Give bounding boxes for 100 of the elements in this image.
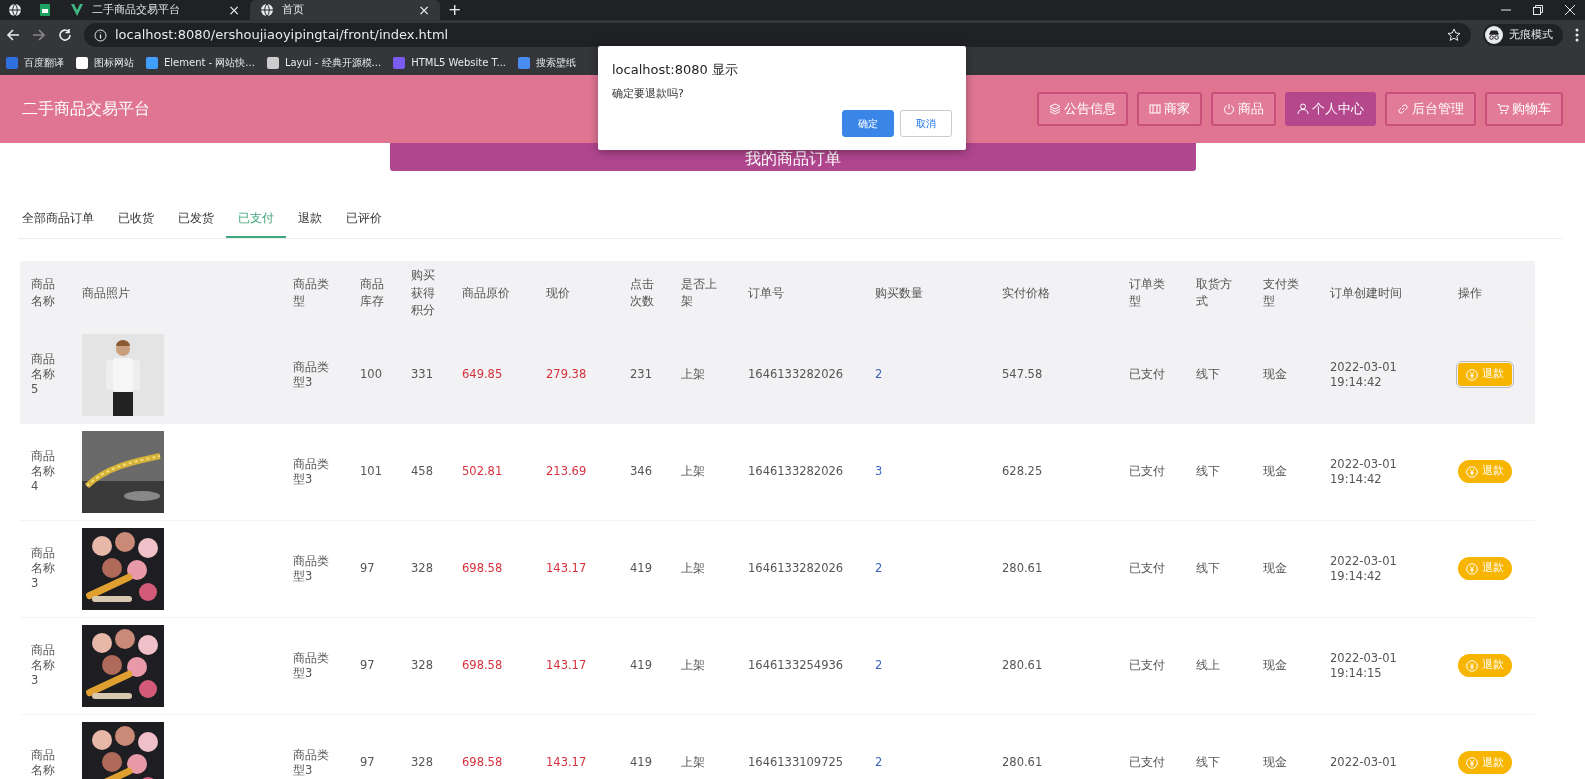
table-cell: 现金 (1263, 755, 1287, 770)
table-cell: 上架 (681, 367, 705, 382)
column-header: 支付类型 (1263, 277, 1299, 309)
table-cell: 上架 (681, 561, 705, 576)
table-cell: 328 (411, 561, 433, 576)
table-cell: 213.69 (546, 464, 587, 479)
bookmark[interactable]: 图标网站 (76, 55, 134, 70)
table-cell: 1646133254936 (748, 658, 844, 673)
bookmark[interactable]: 百度翻译 (6, 55, 64, 70)
globe-icon (260, 3, 274, 17)
forward-icon[interactable] (32, 28, 46, 42)
browser-tab[interactable]: 首页 × (250, 0, 440, 20)
table-cell: 2022-03-01 19:14:42 (1330, 359, 1397, 389)
table-cell: 419 (630, 755, 652, 770)
column-header: 取货方式 (1196, 277, 1232, 309)
column-header: 点击次数 (630, 277, 654, 309)
order-tab[interactable]: 退款 (286, 203, 334, 238)
order-tab[interactable]: 全部商品订单 (18, 203, 106, 238)
table-cell: 419 (630, 658, 652, 673)
table-cell: 商品类型3 (293, 456, 329, 486)
bookmark[interactable]: Element - 网站快... (146, 55, 255, 70)
table-cell: 97 (360, 658, 375, 673)
table-cell: 现金 (1263, 658, 1287, 673)
order-tab[interactable]: 已评价 (334, 203, 394, 238)
incognito-icon (1485, 26, 1503, 44)
order-tab[interactable]: 已收货 (106, 203, 166, 238)
table-cell: 698.58 (462, 561, 503, 576)
table-cell: 346 (630, 464, 652, 479)
close-icon[interactable]: × (228, 3, 240, 17)
yen-icon (1466, 756, 1478, 769)
table-cell: 线上 (1196, 658, 1220, 673)
table-cell: 商品类型3 (293, 553, 329, 583)
yen-icon (1466, 465, 1478, 478)
profile-chip[interactable]: 无痕模式 (1483, 24, 1563, 46)
sheet-icon (38, 3, 52, 17)
dialog-message: 确定要退款吗? (612, 85, 685, 102)
column-header: 购买数量 (875, 285, 923, 300)
back-icon[interactable] (6, 28, 20, 42)
cart-icon (1497, 103, 1509, 115)
table-cell: 2022-03-01 (1330, 755, 1397, 770)
table-cell: 2022-03-01 19:14:15 (1330, 650, 1397, 680)
table-cell: 现金 (1263, 464, 1287, 479)
table-cell: 2022-03-01 19:14:42 (1330, 456, 1397, 486)
table-cell: 已支付 (1129, 658, 1165, 673)
bookmark[interactable]: Layui - 经典开源模... (266, 55, 382, 70)
order-tab[interactable]: 已发货 (166, 203, 226, 238)
link-icon (1397, 103, 1409, 115)
nav-button[interactable]: 个人中心 (1285, 92, 1376, 126)
table-cell: 现金 (1263, 367, 1287, 382)
table-cell: 101 (360, 464, 382, 479)
yen-icon (1466, 659, 1478, 672)
restore-icon[interactable] (1533, 5, 1543, 15)
cancel-button[interactable]: 取消 (900, 110, 952, 137)
star-icon[interactable] (1447, 28, 1461, 42)
store-icon (1149, 103, 1161, 115)
column-header: 商品名称 (31, 277, 55, 309)
table-cell: 280.61 (1002, 561, 1043, 576)
bookmark[interactable]: HTML5 Website T... (393, 55, 507, 70)
table-cell: 商品类型3 (293, 359, 329, 389)
column-header: 商品照片 (82, 285, 130, 300)
table-cell: 328 (411, 658, 433, 673)
table-cell: 线下 (1196, 561, 1220, 576)
site-title: 二手商品交易平台 (22, 98, 150, 120)
bookmark[interactable]: 搜索壁纸 (518, 55, 577, 70)
table-cell: 线下 (1196, 367, 1220, 382)
table-cell: 2 (875, 367, 883, 382)
table-cell: 商品名称4 (31, 449, 55, 493)
column-header: 订单类型 (1129, 277, 1165, 309)
browser-tab[interactable]: 二手商品交易平台 × (60, 0, 250, 20)
table-cell: 商品类型3 (293, 650, 329, 680)
table-cell: 线下 (1196, 755, 1220, 770)
table-cell: 上架 (681, 755, 705, 770)
table-cell: 商品名称5 (31, 352, 55, 396)
table-cell: 商品名称3 (31, 546, 55, 590)
table-cell: 628.25 (1002, 464, 1043, 479)
table-cell: 502.81 (462, 464, 503, 479)
table-cell: 1646133282026 (748, 367, 844, 382)
table-cell: 1646133109725 (748, 755, 844, 770)
user-icon (1297, 103, 1309, 115)
column-header: 订单创建时间 (1330, 285, 1402, 300)
dialog-title: localhost:8080 显示 (612, 61, 739, 79)
power-icon (1223, 103, 1235, 115)
reload-icon[interactable] (58, 28, 72, 42)
table-cell: 458 (411, 464, 433, 479)
table-cell: 现金 (1263, 561, 1287, 576)
confirm-button[interactable]: 确定 (842, 110, 894, 137)
close-icon[interactable]: × (418, 3, 430, 17)
v-logo-icon (70, 3, 84, 17)
column-header: 实付价格 (1002, 285, 1050, 300)
table-cell: 328 (411, 755, 433, 770)
table-cell: 649.85 (462, 367, 503, 382)
table-cell: 698.58 (462, 755, 503, 770)
table-cell: 143.17 (546, 755, 587, 770)
table-cell: 143.17 (546, 561, 587, 576)
close-icon[interactable] (1565, 5, 1575, 15)
new-tab-button[interactable]: + (440, 0, 470, 20)
menu-icon[interactable] (1575, 28, 1579, 42)
table-cell: 商品类型3 (293, 747, 329, 777)
table-cell: 100 (360, 367, 382, 382)
table-cell: 1646133282026 (748, 561, 844, 576)
